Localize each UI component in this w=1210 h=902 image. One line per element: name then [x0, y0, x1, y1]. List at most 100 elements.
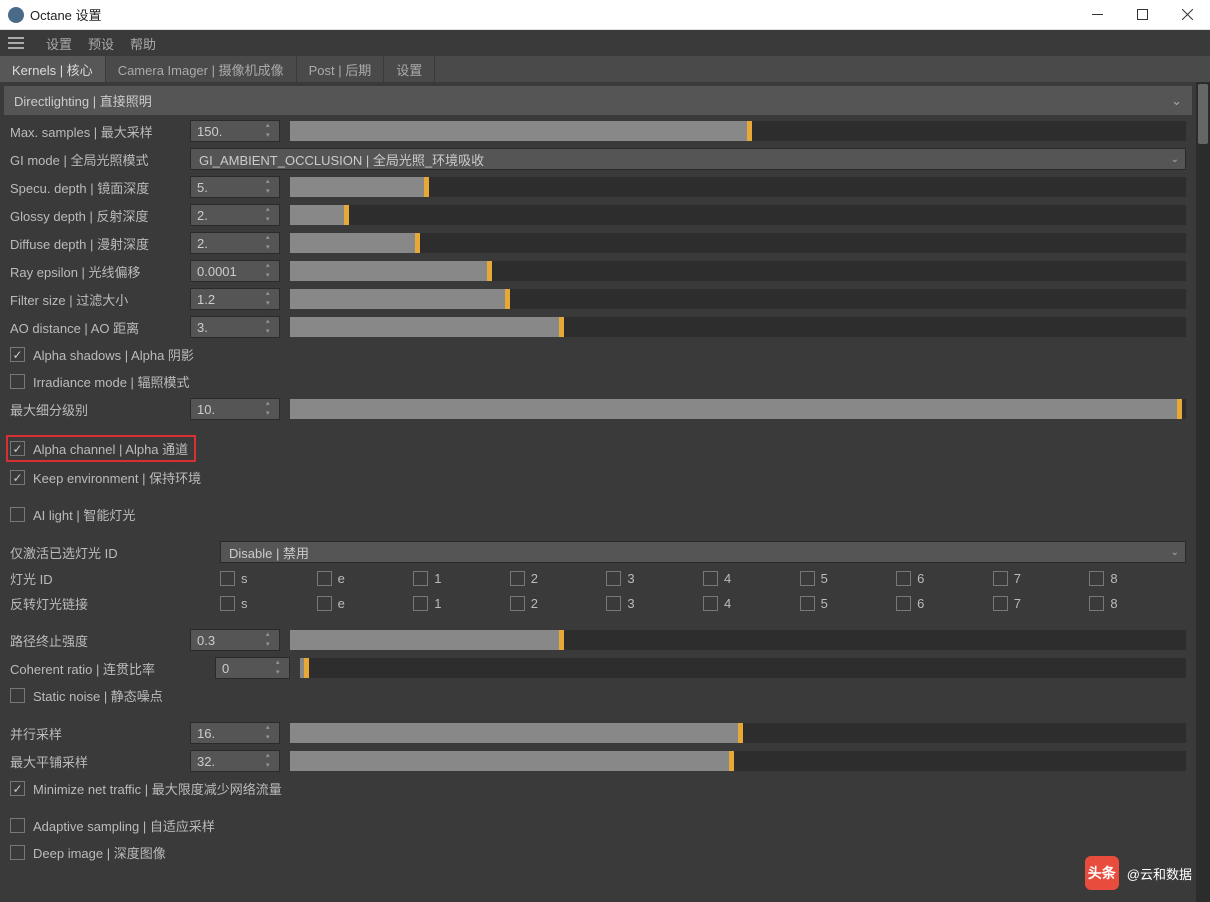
checkbox-adaptive[interactable]	[10, 818, 25, 833]
checkbox-light-e[interactable]	[317, 571, 332, 586]
checkbox-light-1[interactable]	[413, 596, 428, 611]
light-id-cell[interactable]: s	[220, 571, 317, 586]
light-id-cell[interactable]: 5	[800, 596, 897, 611]
slider-filter-size[interactable]	[290, 289, 1186, 309]
checkbox-min-net[interactable]	[10, 781, 25, 796]
input-max-subdiv[interactable]: 10.▴▾	[190, 398, 280, 420]
light-id-cell[interactable]: s	[220, 596, 317, 611]
slider-max-samples[interactable]	[290, 121, 1186, 141]
tab-camera-imager[interactable]: Camera Imager | 摄像机成像	[106, 56, 297, 82]
menu-presets[interactable]: 预设	[88, 34, 114, 53]
checkbox-light-8[interactable]	[1089, 571, 1104, 586]
checkbox-light-7[interactable]	[993, 571, 1008, 586]
tab-more[interactable]: 设置	[384, 56, 435, 82]
label-gi-mode: GI mode | 全局光照模式	[10, 150, 180, 169]
maximize-button[interactable]	[1120, 0, 1165, 30]
light-id-cell[interactable]: 7	[993, 596, 1090, 611]
slider-diffuse-depth[interactable]	[290, 233, 1186, 253]
checkbox-light-2[interactable]	[510, 596, 525, 611]
light-id-cell[interactable]: 8	[1089, 596, 1186, 611]
input-ao-distance[interactable]: 3.▴▾	[190, 316, 280, 338]
input-parallel[interactable]: 16.▴▾	[190, 722, 280, 744]
row-max-samples: Max. samples | 最大采样 150.▴▾	[0, 117, 1196, 145]
row-max-subdiv: 最大细分级别 10.▴▾	[0, 395, 1196, 423]
checkbox-light-7[interactable]	[993, 596, 1008, 611]
scrollbar-thumb[interactable]	[1198, 84, 1208, 144]
light-id-cell[interactable]: 2	[510, 571, 607, 586]
light-id-cell[interactable]: 4	[703, 596, 800, 611]
dropdown-gi-mode[interactable]: GI_AMBIENT_OCCLUSION | 全局光照_环境吸收⌄	[190, 148, 1186, 170]
light-id-cell[interactable]: 6	[896, 571, 993, 586]
light-id-cell[interactable]: 6	[896, 596, 993, 611]
tab-kernels[interactable]: Kernels | 核心	[0, 56, 106, 82]
light-id-cell[interactable]: 7	[993, 571, 1090, 586]
checkbox-light-4[interactable]	[703, 571, 718, 586]
checkbox-light-3[interactable]	[606, 596, 621, 611]
hamburger-icon[interactable]	[8, 37, 24, 49]
minimize-button[interactable]	[1075, 0, 1120, 30]
checkbox-light-4[interactable]	[703, 596, 718, 611]
checkbox-alpha-channel[interactable]	[10, 441, 25, 456]
checkbox-light-1[interactable]	[413, 571, 428, 586]
checkbox-deep-image[interactable]	[10, 845, 25, 860]
section-directlighting[interactable]: Directlighting | 直接照明 ⌄	[4, 86, 1192, 115]
light-id-cell[interactable]: 4	[703, 571, 800, 586]
input-max-tile[interactable]: 32.▴▾	[190, 750, 280, 772]
checkbox-alpha-shadows[interactable]	[10, 347, 25, 362]
light-id-cell[interactable]: e	[317, 571, 414, 586]
light-id-cell[interactable]: 1	[413, 596, 510, 611]
menu-help[interactable]: 帮助	[130, 34, 156, 53]
slider-max-tile[interactable]	[290, 751, 1186, 771]
tab-post[interactable]: Post | 后期	[297, 56, 385, 82]
row-light-id: 灯光 ID se12345678	[0, 566, 1196, 591]
slider-specu-depth[interactable]	[290, 177, 1186, 197]
checkbox-light-6[interactable]	[896, 596, 911, 611]
light-id-cell[interactable]: 3	[606, 596, 703, 611]
slider-parallel[interactable]	[290, 723, 1186, 743]
dropdown-light-id-mode[interactable]: Disable | 禁用⌄	[220, 541, 1186, 563]
menu-settings[interactable]: 设置	[46, 34, 72, 53]
checkbox-light-2[interactable]	[510, 571, 525, 586]
light-id-cell[interactable]: 8	[1089, 571, 1186, 586]
checkbox-light-3[interactable]	[606, 571, 621, 586]
input-diffuse-depth[interactable]: 2.▴▾	[190, 232, 280, 254]
chevron-down-icon: ⌄	[1171, 154, 1179, 165]
slider-glossy-depth[interactable]	[290, 205, 1186, 225]
checkbox-keep-env[interactable]	[10, 470, 25, 485]
slider-path-term[interactable]	[290, 630, 1186, 650]
input-specu-depth[interactable]: 5.▴▾	[190, 176, 280, 198]
input-glossy-depth[interactable]: 2.▴▾	[190, 204, 280, 226]
light-id-cell[interactable]: e	[317, 596, 414, 611]
checkbox-light-6[interactable]	[896, 571, 911, 586]
checkbox-light-8[interactable]	[1089, 596, 1104, 611]
chevron-down-icon: ⌄	[1171, 93, 1182, 109]
input-coherent[interactable]: 0▴▾	[215, 657, 290, 679]
light-id-cell[interactable]: 1	[413, 571, 510, 586]
row-coherent: Coherent ratio | 连贯比率 0▴▾	[0, 654, 1196, 682]
row-min-net: Minimize net traffic | 最大限度减少网络流量	[0, 775, 1196, 802]
checkbox-light-5[interactable]	[800, 596, 815, 611]
checkbox-light-5[interactable]	[800, 571, 815, 586]
slider-ao-distance[interactable]	[290, 317, 1186, 337]
checkbox-light-e[interactable]	[317, 596, 332, 611]
checkbox-irradiance[interactable]	[10, 374, 25, 389]
light-id-cell[interactable]: 5	[800, 571, 897, 586]
close-button[interactable]	[1165, 0, 1210, 30]
vertical-scrollbar[interactable]	[1196, 82, 1210, 902]
slider-coherent[interactable]	[300, 658, 1186, 678]
row-alpha-shadows: Alpha shadows | Alpha 阴影	[0, 341, 1196, 368]
checkbox-light-s[interactable]	[220, 596, 235, 611]
checkbox-static-noise[interactable]	[10, 688, 25, 703]
slider-max-subdiv[interactable]	[290, 399, 1186, 419]
light-id-cell[interactable]: 2	[510, 596, 607, 611]
slider-ray-epsilon[interactable]	[290, 261, 1186, 281]
input-ray-epsilon[interactable]: 0.0001▴▾	[190, 260, 280, 282]
input-max-samples[interactable]: 150.▴▾	[190, 120, 280, 142]
light-id-cell[interactable]: 3	[606, 571, 703, 586]
input-filter-size[interactable]: 1.2▴▾	[190, 288, 280, 310]
input-path-term[interactable]: 0.3▴▾	[190, 629, 280, 651]
row-light-id-mode: 仅激活已选灯光 ID Disable | 禁用⌄	[0, 538, 1196, 566]
menubar: 设置 预设 帮助	[0, 30, 1210, 56]
checkbox-ai-light[interactable]	[10, 507, 25, 522]
checkbox-light-s[interactable]	[220, 571, 235, 586]
